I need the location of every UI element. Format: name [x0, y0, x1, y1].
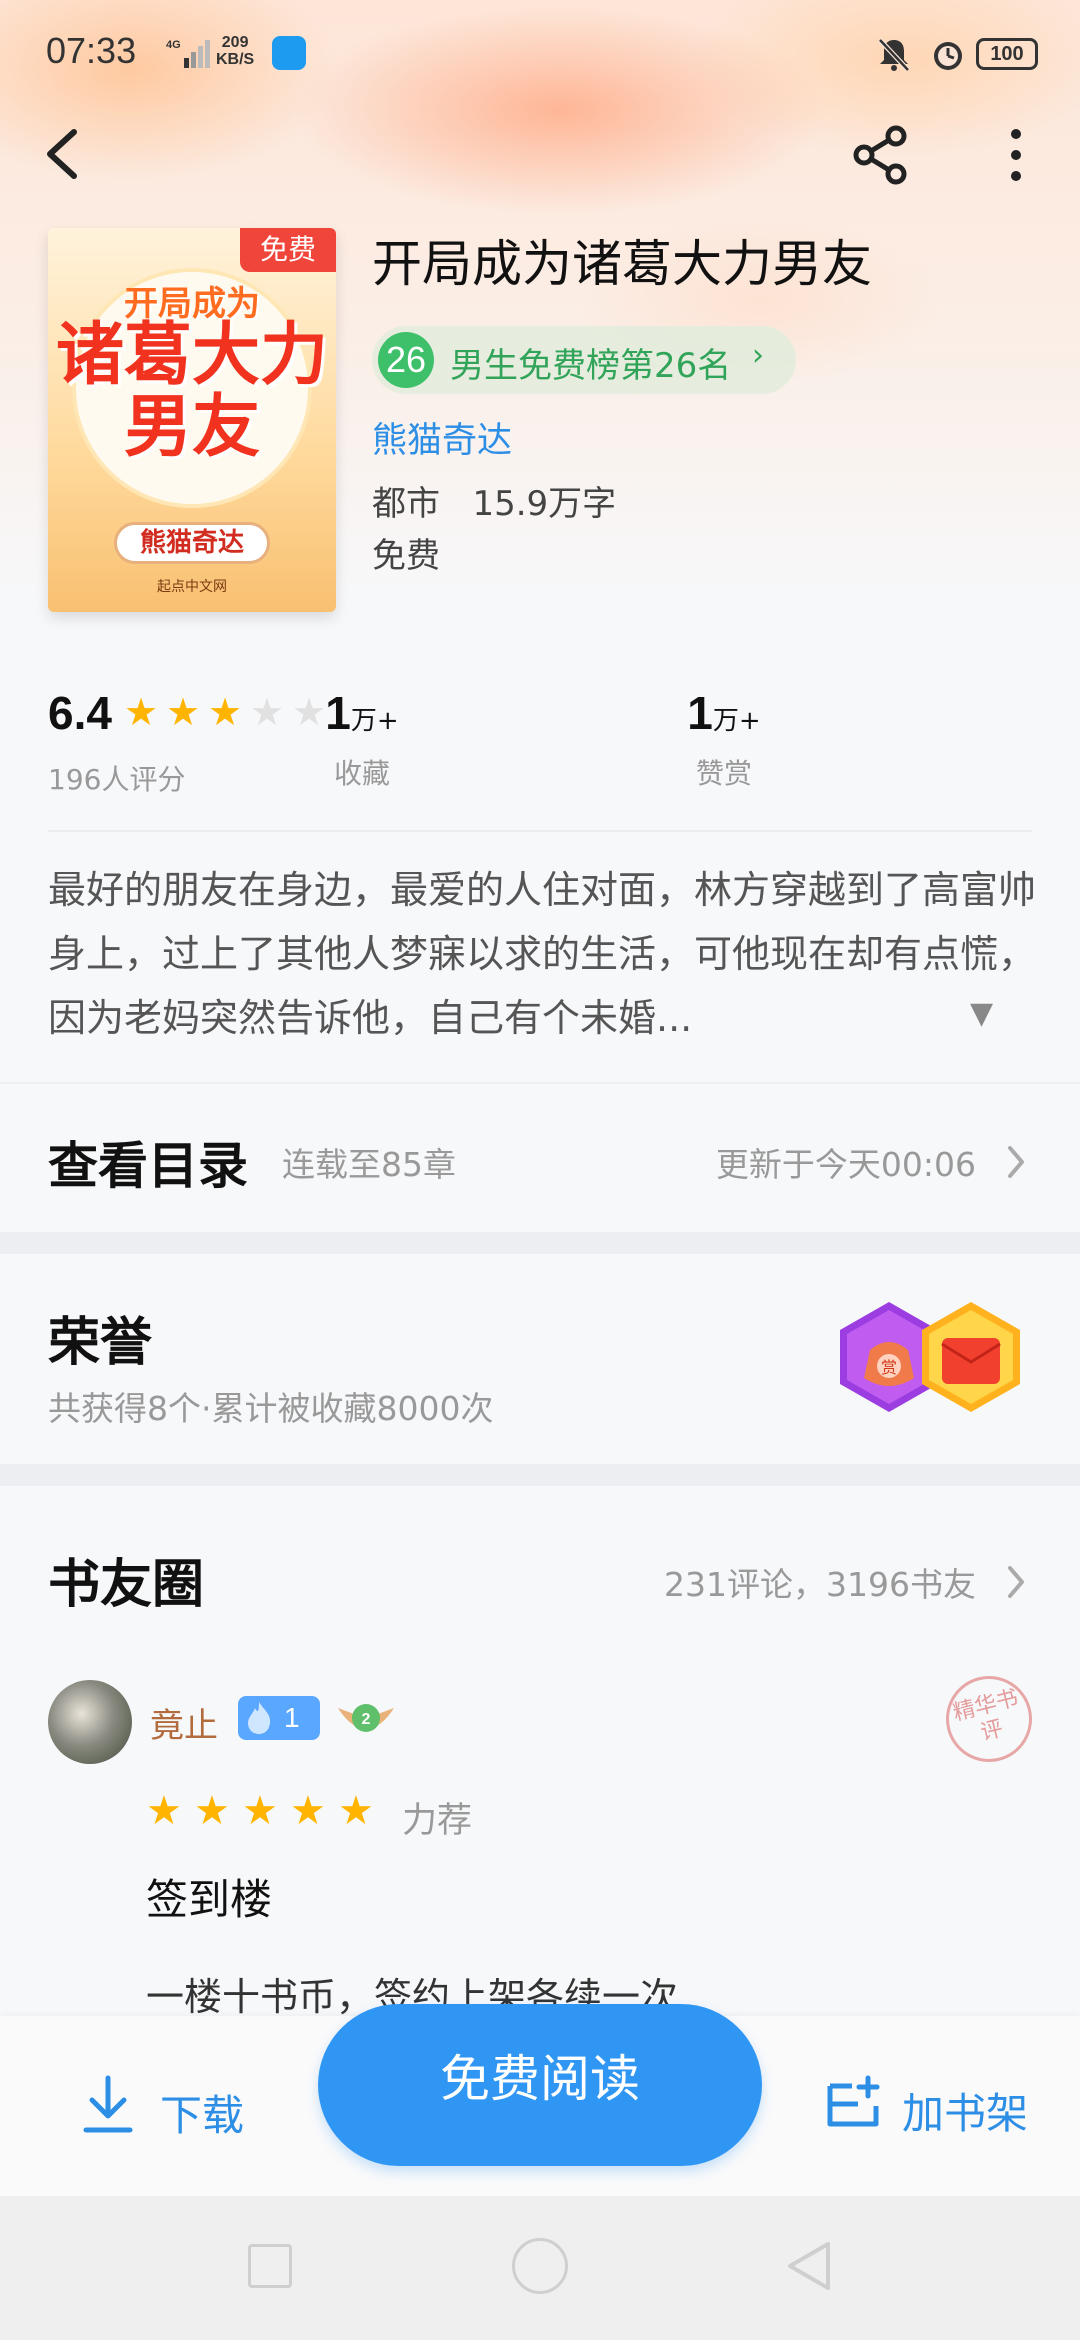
book-category: 都市 [372, 484, 440, 524]
favorites-unit: 万+ [350, 706, 399, 736]
favorites-label: 收藏 [333, 757, 390, 790]
book-meta: 都市 15.9万字 [372, 476, 616, 525]
section-gap [0, 1232, 1080, 1254]
free-tag: 免费 [240, 228, 336, 272]
status-time: 07:33 [46, 30, 137, 71]
flame-icon [248, 1702, 271, 1734]
cover-title-line2: 诸葛大力 男友 [55, 316, 328, 467]
star-icon: ★ [146, 1788, 182, 1834]
rewards-label: 赞赏 [695, 757, 752, 790]
rating-count: 196人评分 [48, 763, 186, 796]
circle-title: 书友圈 [48, 1554, 205, 1615]
star-icon: ★ [242, 1788, 278, 1834]
download-label: 下载 [160, 2091, 245, 2140]
honor-title: 荣誉 [48, 1312, 153, 1373]
circle-counts[interactable]: 231评论，3196书友 [664, 1558, 976, 1606]
add-shelf-label: 加书架 [902, 2089, 1029, 2138]
stats-row: 6.4 ★ ★ ★ ★ ★ 196人评分 1万+ 收藏 1万+ 赞赏 [48, 680, 1032, 830]
book-word-count: 15.9万字 [472, 484, 617, 524]
share-icon[interactable] [848, 122, 914, 188]
red-envelope-badge-icon [922, 1302, 1020, 1412]
rating-score: 6.4 [48, 687, 112, 739]
book-price: 免费 [372, 536, 440, 576]
divider [48, 830, 1032, 832]
signal-icon: 4G [166, 39, 210, 68]
catalog-row[interactable]: 查看目录 连载至85章 更新于今天00:06 [0, 1084, 1080, 1232]
add-to-shelf-button[interactable]: 加书架 [818, 2072, 1058, 2142]
rank-label: 男生免费榜第26名 [450, 346, 732, 386]
chevron-right-icon[interactable] [1004, 1562, 1028, 1602]
rewards-stat[interactable]: 1万+ 赞赏 [624, 686, 824, 792]
home-button[interactable] [512, 2238, 568, 2294]
rank-number-badge: 26 [378, 332, 434, 388]
status-bar: 07:33 4G 209 KB/S 100 [0, 0, 1080, 110]
rank-pill[interactable]: 26 男生免费榜第26名 › [372, 326, 796, 394]
battery-indicator: 100 [976, 38, 1038, 70]
book-title: 开局成为诸葛大力男友 [372, 235, 872, 293]
honor-section[interactable]: 荣誉 共获得8个·累计被收藏8000次 赏 [0, 1254, 1080, 1464]
back-button[interactable] [36, 118, 92, 190]
catalog-title: 查看目录 [48, 1136, 248, 1195]
review-stars: ★ ★ ★ ★ ★ [146, 1788, 386, 1834]
favorites-stat: 1万+ 收藏 [262, 686, 462, 792]
download-icon [83, 2075, 133, 2133]
favorites-number: 1 [325, 687, 351, 739]
avatar[interactable] [48, 1680, 132, 1764]
system-nav-bar [0, 2196, 1080, 2340]
catalog-progress: 连载至85章 [282, 1145, 456, 1184]
star-icon: ★ [124, 690, 159, 734]
review-title[interactable]: 签到楼 [146, 1866, 272, 1927]
cover-publisher: 起点中文网 [157, 579, 227, 595]
svg-text:赏: 赏 [881, 1358, 897, 1377]
honor-subtitle: 共获得8个·累计被收藏8000次 [48, 1389, 494, 1428]
recent-apps-button[interactable] [248, 2244, 292, 2288]
qq-icon [272, 36, 306, 70]
book-circle-section: 书友圈 231评论，3196书友 竟止 1 2 精华书评 ★ ★ ★ ★ ★ 力荐 签到… [0, 1486, 1080, 2019]
mute-icon [878, 38, 910, 72]
user-level-badge: 2 [338, 1704, 394, 1732]
star-icon: ★ [208, 690, 243, 734]
catalog-update-time: 更新于今天00:06 [715, 1145, 976, 1184]
free-read-button[interactable]: 免费阅读 [318, 2004, 762, 2166]
star-icon: ★ [338, 1788, 374, 1834]
chevron-right-icon: › [752, 338, 764, 373]
star-icon: ★ [166, 690, 201, 734]
alarm-icon [934, 42, 962, 70]
add-shelf-icon [827, 2075, 880, 2127]
essence-review-stamp: 精华书评 [936, 1666, 1042, 1772]
svg-text:2: 2 [362, 1711, 371, 1728]
system-back-button[interactable] [784, 2238, 834, 2294]
book-cover[interactable]: 开局成为 诸葛大力 男友 熊猫奇达 起点中文网 免费 [48, 228, 336, 612]
rewards-unit: 万+ [712, 706, 761, 736]
expand-icon[interactable]: ▼ [970, 996, 993, 1031]
bottom-action-bar: 下载 免费阅读 加书架 [0, 2004, 1080, 2196]
review-username[interactable]: 竟止 [150, 1698, 218, 1747]
fan-level-badge: 1 [238, 1696, 320, 1740]
star-icon: ★ [194, 1788, 230, 1834]
section-gap [0, 1464, 1080, 1486]
synopsis-text[interactable]: 最好的朋友在身边，最爱的人住对面，林方穿越到了高富帅身上，过上了其他人梦寐以求的… [48, 858, 1038, 1050]
chevron-right-icon [1008, 1146, 1024, 1178]
author-link[interactable]: 熊猫奇达 [372, 412, 512, 463]
cover-author: 熊猫奇达 [114, 522, 270, 564]
rewards-number: 1 [687, 687, 713, 739]
network-speed: 209 KB/S [216, 34, 255, 68]
more-vertical-icon[interactable] [996, 122, 1036, 188]
review-tag: 力荐 [402, 1801, 473, 1841]
svg-text:4G: 4G [166, 39, 181, 51]
star-icon: ★ [290, 1788, 326, 1834]
